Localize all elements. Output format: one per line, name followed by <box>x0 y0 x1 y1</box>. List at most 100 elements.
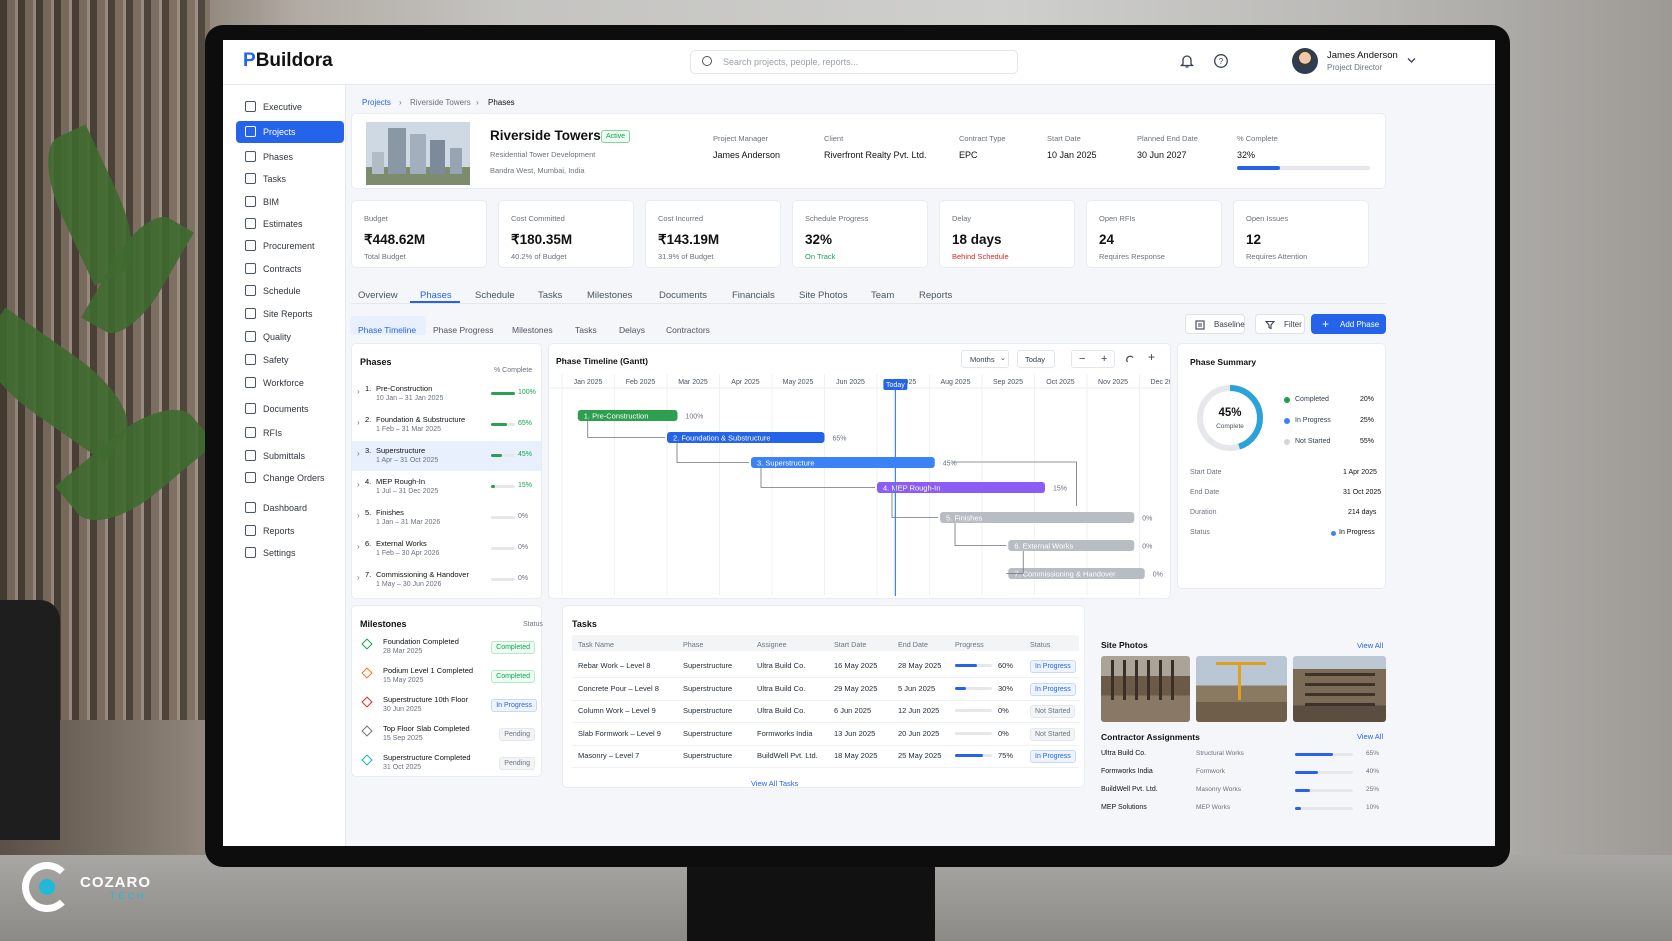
project-field-value: 10 Jan 2025 <box>1047 150 1097 160</box>
tab-reports[interactable]: Reports <box>919 290 952 301</box>
chevron-right-icon[interactable]: › <box>357 573 360 582</box>
baseline-button[interactable]: Baseline <box>1185 314 1245 334</box>
sidebar-item-rfis[interactable]: RFIs <box>236 422 344 444</box>
milestones-title: Milestones <box>360 619 407 629</box>
subtab-contractors[interactable]: Contractors <box>666 325 710 335</box>
task-cell-assignee: Formworks India <box>757 728 813 738</box>
sidebar-item-projects[interactable]: Projects <box>236 121 344 143</box>
kpi-value: 18 days <box>952 232 1002 247</box>
sidebar-item-tasks[interactable]: Tasks <box>236 168 344 190</box>
breadcrumb-project[interactable]: Riverside Towers <box>410 98 471 107</box>
chevron-right-icon[interactable]: › <box>357 542 360 551</box>
chevron-right-icon[interactable]: › <box>357 387 360 396</box>
help-icon[interactable]: ? <box>1213 53 1229 69</box>
task-cell-phase: Superstructure <box>683 706 733 715</box>
search-input[interactable]: Search projects, people, reports... <box>690 50 1018 74</box>
tab-schedule[interactable]: Schedule <box>475 290 515 301</box>
tab-documents[interactable]: Documents <box>659 290 707 301</box>
subtab-tasks[interactable]: Tasks <box>575 325 597 335</box>
sidebar-item-quality[interactable]: Quality <box>236 326 344 348</box>
status-badge: Active <box>601 130 631 143</box>
contractor-progress-bar <box>1295 789 1353 792</box>
site-photo-2[interactable] <box>1196 656 1287 722</box>
zoom-out-icon[interactable]: − <box>1079 353 1085 365</box>
legend-dot <box>1284 439 1290 445</box>
sidebar-item-executive[interactable]: Executive <box>236 96 344 118</box>
task-status-badge: In Progress <box>1030 660 1076 673</box>
breadcrumb-projects[interactable]: Projects <box>362 98 391 107</box>
tab-site-photos[interactable]: Site Photos <box>799 290 848 301</box>
gantt-month-label: Jun 2025 <box>836 379 865 386</box>
chevron-right-icon[interactable]: › <box>357 480 360 489</box>
sidebar-item-workforce[interactable]: Workforce <box>236 372 344 394</box>
svg-text:?: ? <box>1219 57 1224 66</box>
sidebar-item-site-reports[interactable]: Site Reports <box>236 303 344 325</box>
site-photo-3[interactable] <box>1293 656 1386 722</box>
task-cell-end: 25 May 2025 <box>898 751 942 760</box>
filter-button[interactable]: Filter <box>1255 314 1305 334</box>
expand-icon[interactable]: + <box>1148 350 1155 364</box>
sidebar-item-contracts[interactable]: Contracts <box>236 258 344 280</box>
kpi-value: 12 <box>1246 232 1262 247</box>
sidebar-item-label: Schedule <box>263 286 301 296</box>
zoom-select[interactable]: Months ⌄ <box>961 350 1009 368</box>
phases-title: Phases <box>360 357 392 367</box>
tab-financials[interactable]: Financials <box>732 290 775 301</box>
sidebar-item-documents[interactable]: Documents <box>236 398 344 420</box>
sidebar-item-change-orders[interactable]: Change Orders <box>236 467 344 489</box>
phase-progress-bar <box>491 578 515 581</box>
brand-logo[interactable]: PBuildora <box>243 50 333 72</box>
sidebar-item-reports[interactable]: Reports <box>236 520 344 542</box>
breadcrumb-sep: › <box>399 98 402 107</box>
phase-progress-bar <box>491 454 515 457</box>
sidebar-item-submittals[interactable]: Submittals <box>236 445 344 467</box>
tab-tasks[interactable]: Tasks <box>538 290 562 301</box>
subtab-phase-progress[interactable]: Phase Progress <box>433 325 493 335</box>
sidebar-item-estimates[interactable]: Estimates <box>236 213 344 235</box>
tab-milestones[interactable]: Milestones <box>587 290 632 301</box>
phase-num: 6. <box>365 539 372 548</box>
filter-label: Filter <box>1284 320 1302 329</box>
sidebar-item-dashboard[interactable]: Dashboard <box>236 497 344 519</box>
home-icon <box>245 101 256 112</box>
sidebar-item-phases[interactable]: Phases <box>236 146 344 168</box>
milestone-diamond-icon <box>361 725 373 737</box>
chevron-right-icon[interactable]: › <box>357 449 360 458</box>
legend-value: 25% <box>1360 417 1375 424</box>
kpi-card-open-rfis: Open RFIs 24 Requires Response <box>1086 200 1222 268</box>
gantt-bar-pct: 0% <box>1142 544 1152 551</box>
contractor-scope: Structural Works <box>1196 750 1244 757</box>
sidebar-item-schedule[interactable]: Schedule <box>236 280 344 302</box>
zoom-in-icon[interactable]: + <box>1101 353 1107 365</box>
gantt-month-label: Nov 2025 <box>1098 379 1128 386</box>
sidebar-item-settings[interactable]: Settings <box>236 542 344 564</box>
refresh-icon[interactable] <box>1125 354 1135 364</box>
tab-team[interactable]: Team <box>871 290 894 301</box>
chevron-right-icon[interactable]: › <box>357 418 360 427</box>
today-button[interactable]: Today <box>1017 350 1055 368</box>
tab-phases[interactable]: Phases <box>420 290 452 301</box>
sidebar-item-safety[interactable]: Safety <box>236 349 344 371</box>
subtab-milestones[interactable]: Milestones <box>512 325 553 335</box>
monitor-stand <box>687 866 935 941</box>
dependency-arrow <box>676 443 749 463</box>
bell-icon[interactable] <box>1179 53 1195 69</box>
contractors-view-all[interactable]: View All <box>1357 732 1383 741</box>
subtab-phase-timeline[interactable]: Phase Timeline <box>358 325 416 335</box>
chevron-right-icon[interactable]: › <box>357 511 360 520</box>
phase-num: 3. <box>365 446 372 455</box>
clipboard-icon <box>245 308 256 319</box>
gantt-bar-label: 3. Superstructure <box>757 459 815 468</box>
site-photo-1[interactable] <box>1101 656 1190 722</box>
view-all-tasks-link[interactable]: View All Tasks <box>751 779 798 788</box>
site-photos-view-all[interactable]: View All <box>1357 641 1383 650</box>
add-phase-button[interactable]: + Add Phase <box>1311 314 1386 334</box>
task-pct: 60% <box>998 661 1014 670</box>
tasks-header-row <box>572 635 1079 651</box>
sidebar-item-bim[interactable]: BIM <box>236 191 344 213</box>
tab-overview[interactable]: Overview <box>358 290 398 301</box>
sidebar-item-procurement[interactable]: Procurement <box>236 235 344 257</box>
zoom-value: Months <box>970 355 995 364</box>
subtab-delays[interactable]: Delays <box>619 325 645 335</box>
contractor-pct: 25% <box>1366 786 1380 793</box>
